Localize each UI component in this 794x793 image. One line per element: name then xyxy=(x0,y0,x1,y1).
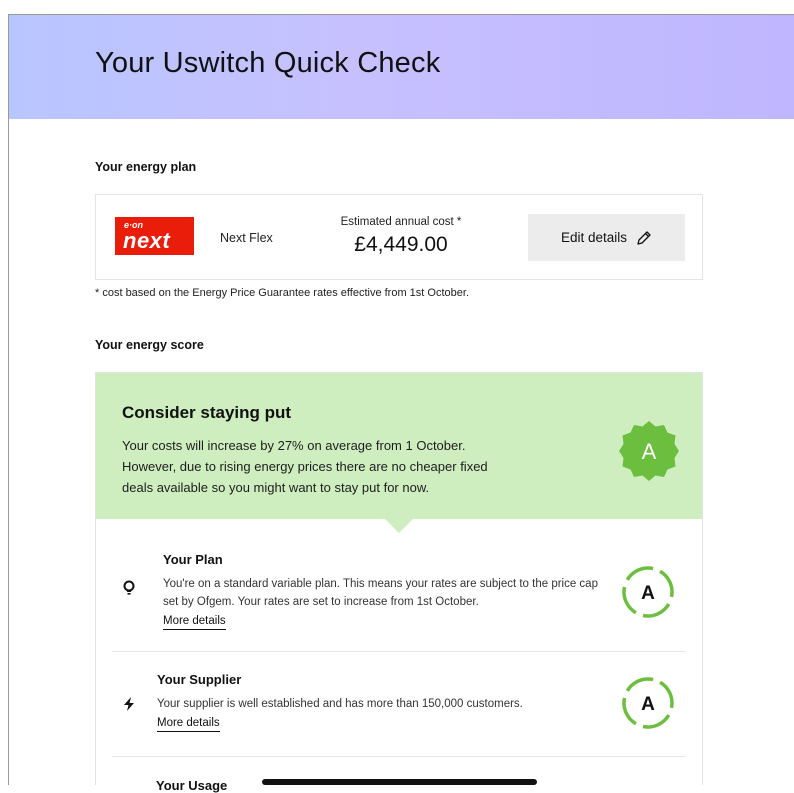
edit-details-label: Edit details xyxy=(560,230,628,245)
your-supplier-description: Your supplier is well established and ha… xyxy=(157,698,523,710)
energy-score-card: Consider staying put Your costs will inc… xyxy=(95,372,703,785)
logo-next-text: next xyxy=(123,228,171,253)
row-divider xyxy=(112,756,686,757)
edit-details-button[interactable]: Edit details xyxy=(528,214,685,261)
your-usage-title: Your Usage xyxy=(156,778,228,793)
your-plan-description: You're on a standard variable plan. This… xyxy=(163,578,598,608)
annual-cost-label: Estimated annual cost * xyxy=(340,216,462,228)
lightbulb-icon xyxy=(123,580,135,595)
score-panel-pointer xyxy=(384,518,414,533)
page-title: Your Uswitch Quick Check xyxy=(95,47,441,79)
overall-grade-badge: A xyxy=(619,421,679,481)
score-summary-panel: Consider staying put Your costs will inc… xyxy=(96,373,702,519)
score-description: Your costs will increase by 27% on avera… xyxy=(122,438,488,495)
page-header: Your Uswitch Quick Check xyxy=(9,15,794,119)
energy-plan-card: e·on next Next Flex Estimated annual cos… xyxy=(95,194,703,280)
your-plan-title: Your Plan xyxy=(163,552,223,567)
score-title: Consider staying put xyxy=(122,403,292,422)
window-border-left xyxy=(8,14,9,785)
energy-plan-heading: Your energy plan xyxy=(95,160,197,174)
cost-footnote: * cost based on the Energy Price Guarant… xyxy=(95,287,469,299)
your-supplier-title: Your Supplier xyxy=(157,672,242,687)
pencil-icon xyxy=(637,230,651,245)
lightning-icon xyxy=(124,697,134,711)
your-supplier-more-details-link[interactable]: More details xyxy=(157,717,220,732)
annual-cost-value: £4,449.00 xyxy=(354,233,448,256)
plan-name: Next Flex xyxy=(220,231,273,245)
home-indicator-bar[interactable] xyxy=(262,779,537,785)
your-plan-grade-letter: A xyxy=(641,583,655,604)
row-divider xyxy=(112,651,686,652)
your-plan-more-details-link[interactable]: More details xyxy=(163,615,226,630)
your-plan-grade-badge: A xyxy=(622,566,674,618)
eon-next-logo: e·on next xyxy=(115,217,194,255)
your-supplier-grade-letter: A xyxy=(641,694,655,715)
overall-grade-letter: A xyxy=(642,439,657,464)
your-supplier-grade-badge: A xyxy=(622,677,674,729)
energy-score-heading: Your energy score xyxy=(95,338,204,352)
